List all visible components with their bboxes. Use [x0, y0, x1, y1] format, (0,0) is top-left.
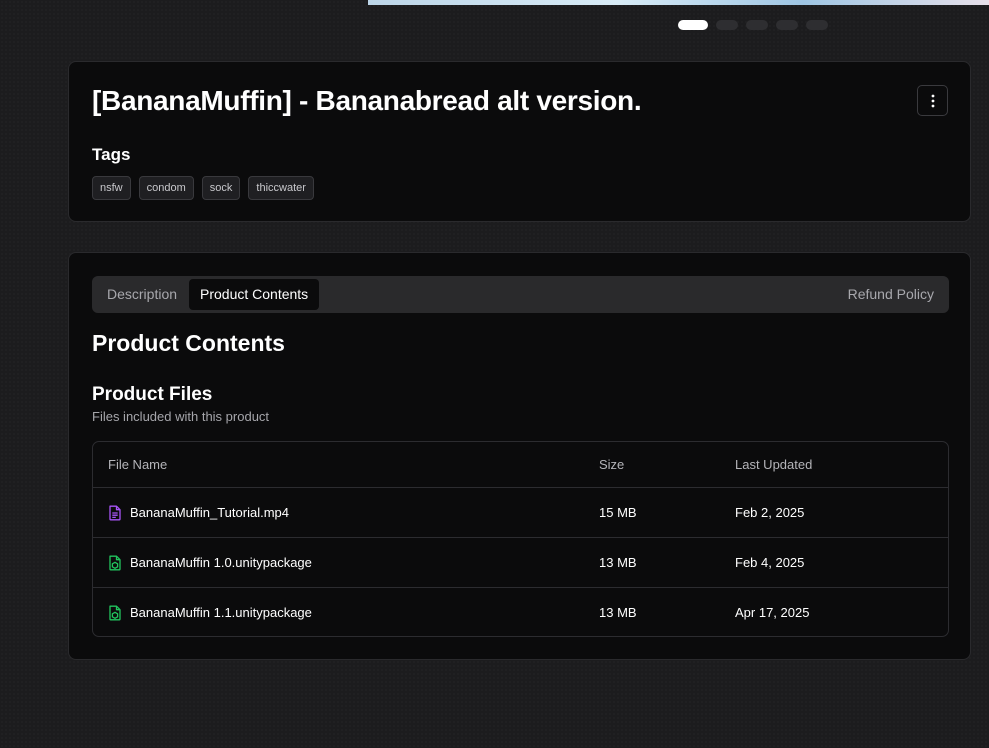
carousel-dot-3[interactable] [746, 20, 768, 30]
carousel-dot-4[interactable] [776, 20, 798, 30]
tag-condom[interactable]: condom [138, 176, 194, 200]
files-subtitle: Files included with this product [92, 409, 270, 424]
carousel-dot-2[interactable] [716, 20, 738, 30]
more-vertical-icon [931, 94, 934, 107]
carousel-dot-1[interactable] [678, 20, 708, 30]
tag-list: nsfw condom sock thiccwater [92, 176, 314, 200]
package-file-icon [108, 605, 122, 621]
column-header-last-updated: Last Updated [735, 457, 813, 472]
tab-refund-policy[interactable]: Refund Policy [837, 279, 945, 310]
tab-description[interactable]: Description [96, 279, 188, 310]
tag-nsfw[interactable]: nsfw [92, 176, 131, 200]
table-row[interactable]: BananaMuffin 1.0.unitypackage 13 MB Feb … [93, 537, 948, 587]
carousel-dot-5[interactable] [806, 20, 828, 30]
file-size: 13 MB [599, 605, 637, 620]
file-size: 15 MB [599, 505, 637, 520]
tab-bar: Description Product Contents Refund Poli… [92, 276, 949, 313]
file-table: File Name Size Last Updated BananaMuffin… [92, 441, 949, 637]
section-title: Product Contents [92, 330, 285, 356]
files-title: Product Files [92, 384, 213, 405]
tag-thiccwater[interactable]: thiccwater [248, 176, 314, 200]
tab-product-contents[interactable]: Product Contents [189, 279, 320, 310]
carousel-indicator [678, 20, 828, 30]
table-row[interactable]: BananaMuffin_Tutorial.mp4 15 MB Feb 2, 2… [93, 487, 948, 537]
file-name-link[interactable]: BananaMuffin 1.1.unitypackage [130, 588, 312, 636]
video-file-icon [108, 505, 122, 521]
file-name-cell: BananaMuffin 1.0.unitypackage [108, 538, 312, 587]
package-file-icon [108, 555, 122, 571]
file-name-cell: BananaMuffin_Tutorial.mp4 [108, 488, 289, 537]
tag-sock[interactable]: sock [201, 176, 241, 200]
file-updated-date: Apr 17, 2025 [735, 605, 810, 620]
product-title: [BananaMuffin] - Bananabread alt version… [92, 85, 642, 116]
table-row[interactable]: BananaMuffin 1.1.unitypackage 13 MB Apr … [93, 587, 948, 636]
file-name-link[interactable]: BananaMuffin_Tutorial.mp4 [130, 488, 289, 537]
column-header-file-name: File Name [108, 457, 168, 472]
product-header-card: [BananaMuffin] - Bananabread alt version… [68, 61, 971, 222]
column-header-size: Size [599, 457, 625, 472]
hero-image-edge [368, 0, 989, 5]
file-name-link[interactable]: BananaMuffin 1.0.unitypackage [130, 538, 312, 587]
file-name-cell: BananaMuffin 1.1.unitypackage [108, 588, 312, 636]
file-updated-date: Feb 4, 2025 [735, 555, 805, 570]
tags-heading: Tags [92, 145, 131, 164]
product-content-card: Description Product Contents Refund Poli… [68, 252, 971, 660]
more-options-button[interactable] [917, 85, 948, 116]
file-size: 13 MB [599, 555, 637, 570]
file-updated-date: Feb 2, 2025 [735, 505, 805, 520]
